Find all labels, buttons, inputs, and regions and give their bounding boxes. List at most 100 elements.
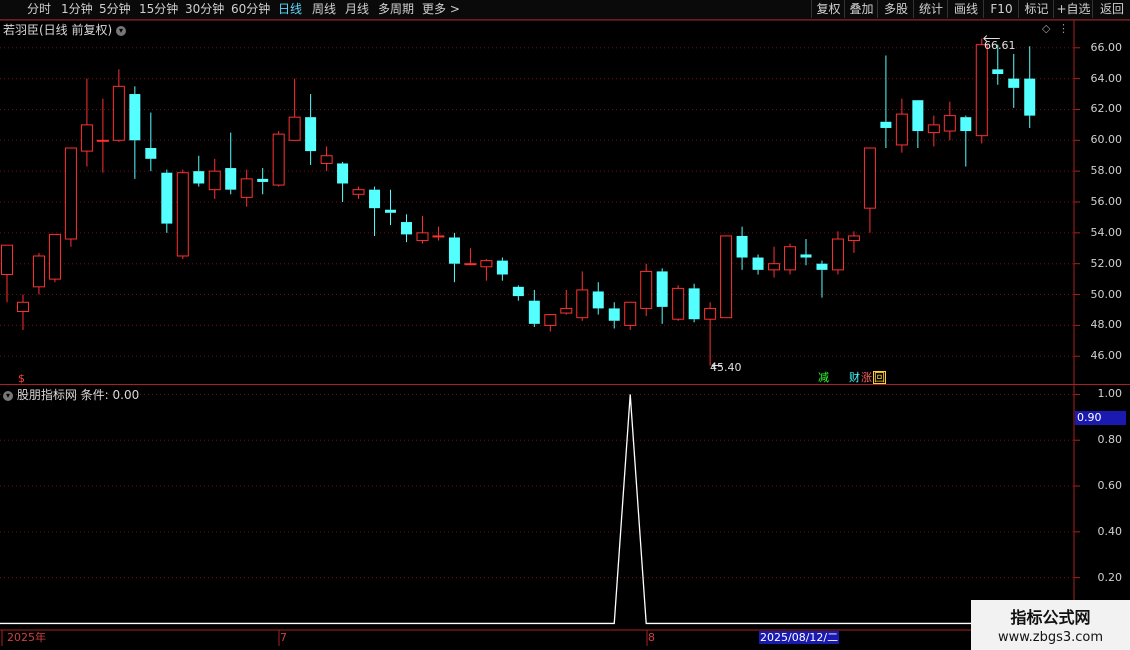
candle-body <box>640 270 653 309</box>
candle-body <box>800 254 812 258</box>
finance-tag[interactable]: 财 <box>849 371 860 384</box>
candle-body <box>912 100 924 132</box>
candle-body <box>145 148 157 159</box>
candle <box>624 301 637 331</box>
more-dots-icon[interactable]: ⋮ <box>1058 22 1069 35</box>
candle-body <box>208 170 221 191</box>
candle <box>112 69 125 142</box>
candle-body <box>704 307 717 320</box>
candle <box>560 289 573 315</box>
candle <box>369 186 381 236</box>
candle-body <box>225 168 237 190</box>
candle-body <box>927 124 940 134</box>
indicator-panel-title: ▾ 股朋指标网 条件: 0.00 <box>3 387 139 403</box>
candle-body <box>1008 78 1020 88</box>
candle-body <box>528 300 540 324</box>
candle-body <box>288 116 301 141</box>
candle-body <box>688 288 700 320</box>
candle <box>1024 46 1036 128</box>
candle-body <box>96 139 109 142</box>
watermark-url: www.zbgs3.com <box>997 630 1104 645</box>
chart-canvas[interactable] <box>0 0 1130 650</box>
indicator-line <box>0 394 1030 625</box>
candle <box>464 248 477 266</box>
candle-body <box>863 147 876 209</box>
candle <box>385 189 397 226</box>
candle <box>257 168 269 195</box>
candle <box>752 254 764 275</box>
candle-body <box>720 235 733 319</box>
candle-body <box>305 117 317 152</box>
candle <box>96 98 109 173</box>
buyback-tag[interactable]: 回 <box>873 371 886 384</box>
candle <box>193 155 205 187</box>
price-tick-label: 52.00 <box>1090 256 1123 270</box>
date-label-year: 2025年 <box>7 631 46 644</box>
diamond-icon[interactable]: ◇ <box>1042 22 1050 35</box>
candle <box>831 231 844 275</box>
indicator-tick-label: 0.80 <box>1097 433 1123 447</box>
candle <box>352 186 365 199</box>
indicator-menu-chevron-icon[interactable]: ▾ <box>3 390 13 401</box>
candle <box>863 147 876 233</box>
indicator-tick-label: 0.20 <box>1097 570 1123 584</box>
candle <box>320 146 333 172</box>
candle-body <box>112 85 125 141</box>
candle <box>480 259 493 281</box>
candle <box>161 169 173 233</box>
indicator-grid <box>0 393 1080 579</box>
candle-body <box>416 232 429 242</box>
candle <box>704 302 717 366</box>
candle <box>656 268 668 324</box>
candle <box>768 246 781 278</box>
candle <box>448 232 460 283</box>
candle-body <box>352 189 365 195</box>
candle <box>240 169 253 207</box>
candle <box>416 215 429 244</box>
candle-body <box>512 286 524 297</box>
candle-body <box>1 244 13 275</box>
candle-body <box>176 172 189 257</box>
candle <box>176 169 189 260</box>
candle-body <box>240 178 253 198</box>
candle <box>800 239 812 266</box>
candle <box>880 55 892 149</box>
candle-body <box>496 260 508 275</box>
watermark: 指标公式网 www.zbgs3.com <box>971 600 1130 650</box>
candle <box>847 231 860 253</box>
candle-body <box>624 301 637 326</box>
indicator-tick-label: 1.00 <box>1097 387 1123 401</box>
candle <box>225 132 237 195</box>
candle-body <box>831 238 844 271</box>
candle-body <box>16 301 29 313</box>
candle-body <box>592 291 604 309</box>
candle-body <box>975 44 988 137</box>
reduce-tag[interactable]: 减 <box>818 371 829 384</box>
candle <box>272 131 285 187</box>
candle-body <box>960 117 972 132</box>
candle-body <box>880 121 892 128</box>
candle <box>576 271 589 321</box>
candle <box>208 158 221 199</box>
limit-up-tag[interactable]: 涨 <box>861 371 872 384</box>
candle-body <box>480 260 493 268</box>
candle-body <box>193 171 205 184</box>
candle <box>895 98 908 153</box>
candle-body <box>656 271 668 307</box>
panel-menu-chevron-icon[interactable]: ▾ <box>116 25 127 36</box>
candle <box>1 244 13 303</box>
candle-body <box>320 155 333 164</box>
candle-body <box>576 289 589 319</box>
candle <box>688 283 700 323</box>
price-tick-label: 56.00 <box>1090 195 1123 208</box>
candle-body <box>895 113 908 146</box>
indicator-name: 股朋指标网 <box>16 388 77 402</box>
indicator-tick-label: 0.60 <box>1097 479 1123 493</box>
candle <box>592 282 604 315</box>
candle-body <box>816 263 828 270</box>
watermark-title: 指标公式网 <box>1010 608 1091 627</box>
low-price-label: 45.40 <box>710 361 742 374</box>
candle <box>401 214 412 243</box>
candle <box>608 302 620 329</box>
dividend-marker[interactable]: $ <box>18 372 25 385</box>
